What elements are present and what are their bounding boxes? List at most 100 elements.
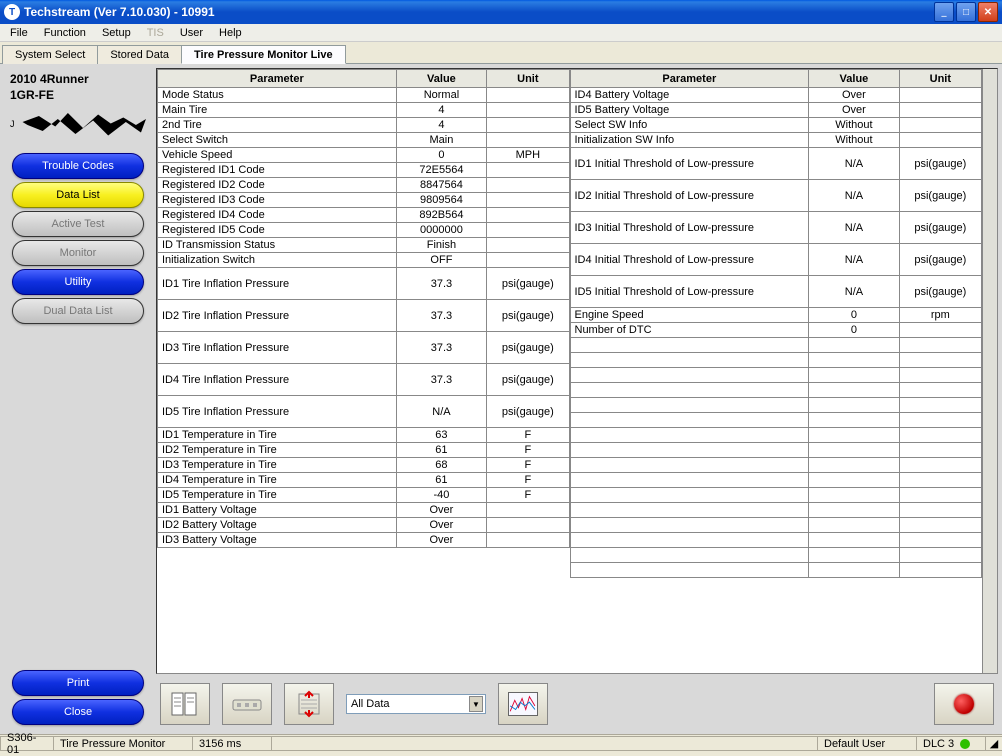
table-row[interactable]: Registered ID1 Code72E5564	[158, 163, 570, 178]
sidebar-active-test[interactable]: Active Test	[12, 211, 144, 237]
col-parameter[interactable]: Parameter	[158, 70, 397, 88]
table-row[interactable]: Main Tire4	[158, 103, 570, 118]
table-row[interactable]: Mode StatusNormal	[158, 88, 570, 103]
cell-unit	[487, 193, 569, 208]
table-row[interactable]	[570, 443, 982, 458]
tab-tire-pressure-monitor-live[interactable]: Tire Pressure Monitor Live	[181, 45, 346, 64]
graph-view-button[interactable]	[498, 683, 548, 725]
col-unit[interactable]: Unit	[487, 70, 569, 88]
col-value[interactable]: Value	[396, 70, 487, 88]
table-row[interactable]	[570, 488, 982, 503]
table-row[interactable]	[570, 398, 982, 413]
sidebar-utility[interactable]: Utility	[12, 269, 144, 295]
cell-param: ID4 Temperature in Tire	[158, 473, 397, 488]
vertical-scrollbar[interactable]	[982, 69, 997, 673]
parameter-table-left[interactable]: Parameter Value Unit Mode StatusNormalMa…	[157, 69, 570, 548]
table-row[interactable]: Initialization SW InfoWithout	[570, 133, 982, 148]
table-row[interactable]: ID5 Battery VoltageOver	[570, 103, 982, 118]
sidebar-data-list[interactable]: Data List	[12, 182, 144, 208]
table-row[interactable]: ID3 Temperature in Tire68F	[158, 458, 570, 473]
table-row[interactable]: ID1 Tire Inflation Pressure37.3psi(gauge…	[158, 268, 570, 300]
cell-value: -40	[396, 488, 487, 503]
table-row[interactable]: ID2 Temperature in Tire61F	[158, 443, 570, 458]
table-row[interactable]: ID4 Battery VoltageOver	[570, 88, 982, 103]
table-row[interactable]: Select SwitchMain	[158, 133, 570, 148]
table-row[interactable]	[570, 428, 982, 443]
data-filter-select[interactable]: All Data ▼	[346, 694, 486, 714]
menu-tis[interactable]: TIS	[139, 26, 172, 40]
sidebar-monitor[interactable]: Monitor	[12, 240, 144, 266]
sidebar-dual-data-list[interactable]: Dual Data List	[12, 298, 144, 324]
menu-setup[interactable]: Setup	[94, 26, 139, 40]
close-button[interactable]: ✕	[978, 2, 998, 22]
table-row[interactable]	[570, 473, 982, 488]
table-row[interactable]: ID3 Tire Inflation Pressure37.3psi(gauge…	[158, 332, 570, 364]
table-row[interactable]: ID2 Battery VoltageOver	[158, 518, 570, 533]
table-row[interactable]: 2nd Tire4	[158, 118, 570, 133]
table-row[interactable]	[570, 563, 982, 578]
table-row[interactable]	[570, 458, 982, 473]
tab-system-select[interactable]: System Select	[2, 45, 98, 64]
table-row[interactable]: ID1 Battery VoltageOver	[158, 503, 570, 518]
menu-help[interactable]: Help	[211, 26, 250, 40]
table-row[interactable]: ID1 Initial Threshold of Low-pressureN/A…	[570, 148, 982, 180]
table-row[interactable]	[570, 338, 982, 353]
connection-led-icon	[960, 739, 970, 749]
parameter-table-right[interactable]: Parameter Value Unit ID4 Battery Voltage…	[570, 69, 983, 578]
col-parameter[interactable]: Parameter	[570, 70, 809, 88]
resize-grip[interactable]: ◢	[985, 736, 1002, 751]
cell-unit: psi(gauge)	[487, 396, 569, 428]
menu-user[interactable]: User	[172, 26, 211, 40]
table-row[interactable]: ID5 Temperature in Tire-40F	[158, 488, 570, 503]
cell-unit	[487, 533, 569, 548]
table-row[interactable]: ID4 Initial Threshold of Low-pressureN/A…	[570, 244, 982, 276]
table-row[interactable]: Registered ID2 Code8847564	[158, 178, 570, 193]
expand-view-button[interactable]	[284, 683, 334, 725]
table-row[interactable]: ID5 Tire Inflation PressureN/Apsi(gauge)	[158, 396, 570, 428]
cell-unit: F	[487, 458, 569, 473]
cell-unit	[899, 323, 981, 338]
minimize-button[interactable]: _	[934, 2, 954, 22]
table-row[interactable]: ID5 Initial Threshold of Low-pressureN/A…	[570, 276, 982, 308]
col-value[interactable]: Value	[809, 70, 900, 88]
table-row[interactable]	[570, 518, 982, 533]
cell-unit	[487, 103, 569, 118]
table-row[interactable]: Select SW InfoWithout	[570, 118, 982, 133]
menu-file[interactable]: File	[2, 26, 36, 40]
maximize-button[interactable]: □	[956, 2, 976, 22]
cell-param: ID5 Tire Inflation Pressure	[158, 396, 397, 428]
table-row[interactable]	[570, 383, 982, 398]
sidebar-print[interactable]: Print	[12, 670, 144, 696]
table-row[interactable]: ID Transmission StatusFinish	[158, 238, 570, 253]
col-unit[interactable]: Unit	[899, 70, 981, 88]
table-row[interactable]: ID2 Tire Inflation Pressure37.3psi(gauge…	[158, 300, 570, 332]
cell-value: 72E5564	[396, 163, 487, 178]
sidebar-trouble-codes[interactable]: Trouble Codes	[12, 153, 144, 179]
table-row[interactable]: Registered ID4 Code892B564	[158, 208, 570, 223]
table-row[interactable]: ID3 Initial Threshold of Low-pressureN/A…	[570, 212, 982, 244]
menu-function[interactable]: Function	[36, 26, 94, 40]
table-row[interactable]: Registered ID3 Code9809564	[158, 193, 570, 208]
table-row[interactable]: Registered ID5 Code0000000	[158, 223, 570, 238]
record-button[interactable]	[934, 683, 994, 725]
table-row[interactable]	[570, 533, 982, 548]
table-row[interactable]: Engine Speed0rpm	[570, 308, 982, 323]
table-row[interactable]: ID3 Battery VoltageOver	[158, 533, 570, 548]
table-row[interactable]: Vehicle Speed0MPH	[158, 148, 570, 163]
cell-unit	[899, 103, 981, 118]
tab-stored-data[interactable]: Stored Data	[97, 45, 182, 64]
sidebar-close[interactable]: Close	[12, 699, 144, 725]
table-row[interactable]	[570, 353, 982, 368]
table-row[interactable]: ID2 Initial Threshold of Low-pressureN/A…	[570, 180, 982, 212]
table-row[interactable]: ID1 Temperature in Tire63F	[158, 428, 570, 443]
table-row[interactable]	[570, 503, 982, 518]
table-row[interactable]	[570, 368, 982, 383]
list-view-button[interactable]	[160, 683, 210, 725]
table-row[interactable]: Initialization SwitchOFF	[158, 253, 570, 268]
table-row[interactable]: ID4 Temperature in Tire61F	[158, 473, 570, 488]
table-row[interactable]: Number of DTC0	[570, 323, 982, 338]
table-row[interactable]: ID4 Tire Inflation Pressure37.3psi(gauge…	[158, 364, 570, 396]
table-row[interactable]	[570, 548, 982, 563]
table-row[interactable]	[570, 413, 982, 428]
connector-view-button[interactable]	[222, 683, 272, 725]
